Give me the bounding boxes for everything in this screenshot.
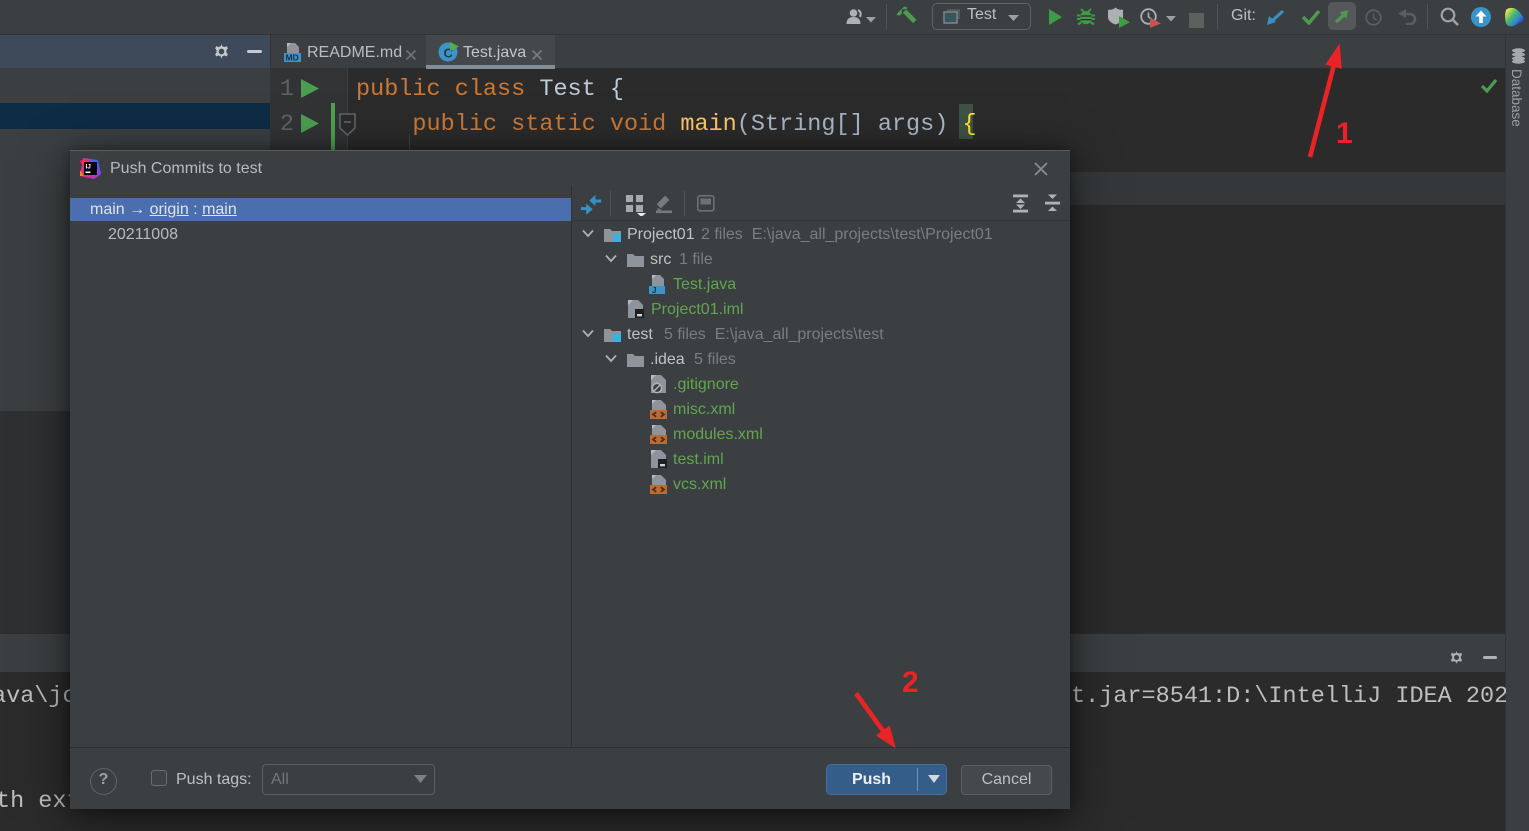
svg-text:IJ: IJ [86, 164, 92, 171]
svg-text:J: J [652, 286, 656, 294]
svg-text:MD: MD [286, 53, 299, 63]
